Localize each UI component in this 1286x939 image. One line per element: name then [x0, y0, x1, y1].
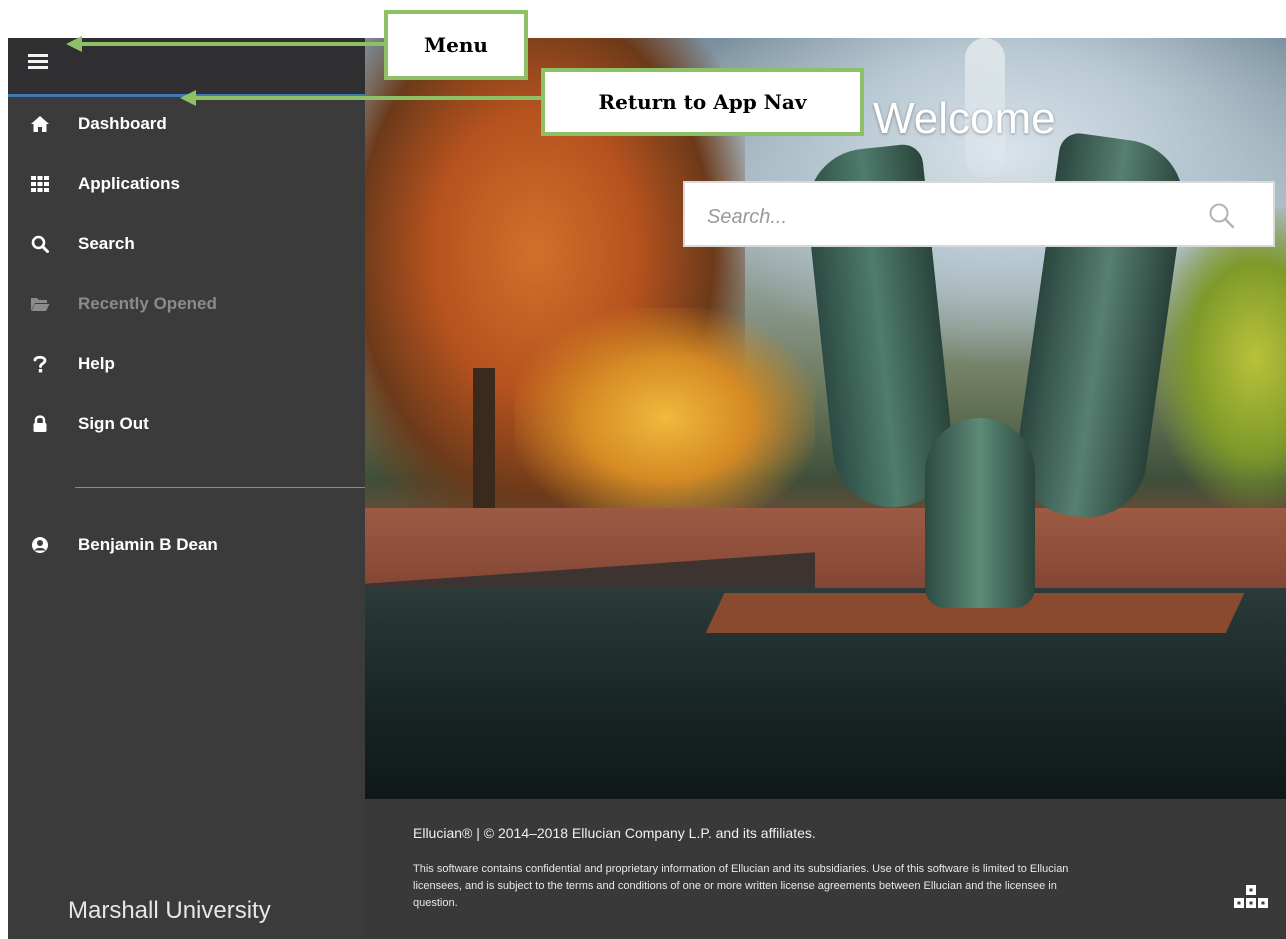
sidebar-item-dashboard[interactable]: Dashboard [8, 104, 365, 144]
search-input[interactable] [705, 201, 1189, 233]
search-icon[interactable] [1207, 201, 1237, 231]
sidebar-item-label: Help [78, 354, 115, 373]
sidebar-item-sign-out[interactable]: Sign Out [8, 404, 365, 444]
user-name: Benjamin B Dean [78, 535, 218, 554]
sidebar-item-label: Search [78, 234, 135, 253]
sidebar-item-applications[interactable]: Applications [8, 164, 365, 204]
search-box [683, 181, 1275, 247]
callout-menu: Menu [384, 10, 528, 80]
hamburger-menu-icon[interactable] [28, 52, 48, 70]
hero-image: Welcome [365, 38, 1286, 799]
home-icon [30, 114, 50, 134]
app-frame: Dashboard Applications Search Recently O… [8, 38, 1286, 939]
sidebar-item-label: Sign Out [78, 414, 149, 433]
ellucian-logo-icon[interactable] [1233, 884, 1269, 914]
sidebar-item-label: Recently Opened [78, 294, 217, 313]
sidebar-item-recently-opened[interactable]: Recently Opened [8, 284, 365, 324]
grid-icon [30, 174, 50, 194]
search-icon [30, 234, 50, 254]
callout-return-to-app-nav: Return to App Nav [541, 68, 864, 136]
footer: Ellucian® | © 2014–2018 Ellucian Company… [365, 799, 1286, 939]
sidebar: Dashboard Applications Search Recently O… [8, 97, 365, 939]
legal-text: This software contains confidential and … [413, 863, 1069, 909]
question-icon [30, 354, 50, 374]
sidebar-divider [75, 487, 365, 488]
lock-icon [30, 414, 50, 434]
user-profile[interactable]: Benjamin B Dean [8, 525, 365, 565]
sidebar-item-search[interactable]: Search [8, 224, 365, 264]
sidebar-item-help[interactable]: Help [8, 344, 365, 384]
copyright-text: Ellucian® | © 2014–2018 Ellucian Company… [413, 825, 816, 841]
sidebar-item-label: Dashboard [78, 114, 167, 133]
org-name: Marshall University [68, 897, 271, 924]
top-bar [8, 38, 365, 97]
folder-icon [30, 294, 50, 314]
welcome-heading: Welcome [873, 94, 1056, 143]
user-circle-icon [30, 535, 50, 555]
sidebar-item-label: Applications [78, 174, 181, 193]
